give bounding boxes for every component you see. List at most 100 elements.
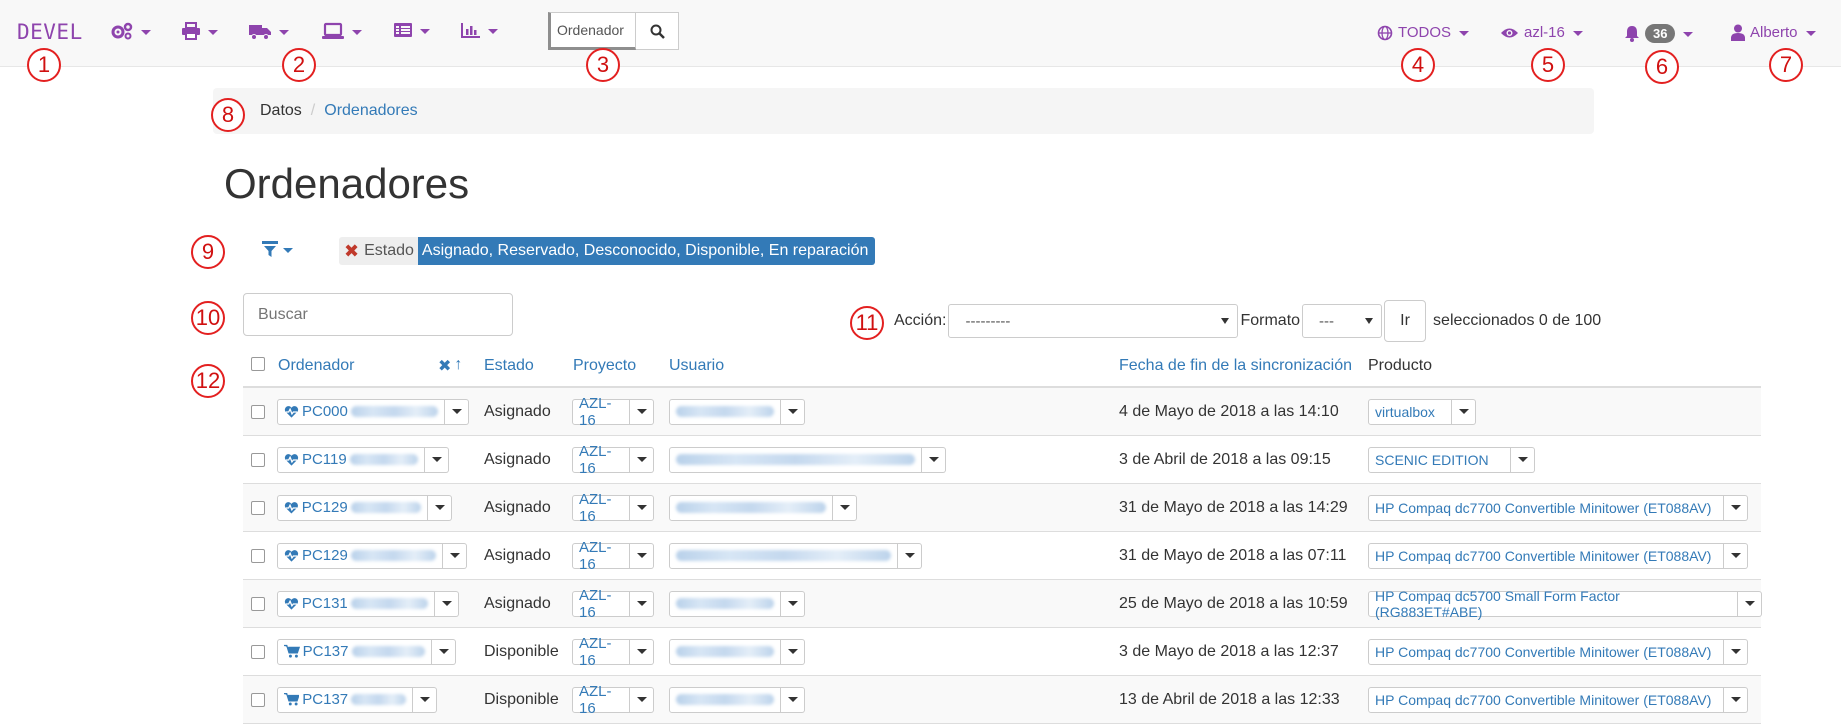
user-dropdown-toggle[interactable] [833, 494, 857, 521]
project-link[interactable]: AZL-16 [572, 635, 630, 669]
product-dropdown-toggle[interactable] [1452, 398, 1476, 425]
notifications-menu[interactable]: 36 [1624, 24, 1694, 43]
product-link[interactable]: HP Compaq dc7700 Convertible Minitower (… [1368, 494, 1724, 521]
product-link[interactable]: SCENIC EDITION [1368, 446, 1511, 473]
sort-asc-icon[interactable]: ↑ [454, 356, 462, 376]
user-menu[interactable]: Alberto [1731, 24, 1816, 41]
header-status[interactable]: Estado [484, 357, 534, 375]
status-cell: Asignado [484, 594, 551, 612]
computer-link[interactable]: PC137 [277, 638, 432, 665]
project-dropdown-toggle[interactable] [630, 590, 654, 617]
chevron-down-icon [839, 505, 850, 510]
project-dropdown-toggle[interactable] [630, 446, 654, 473]
project-dropdown-toggle[interactable] [630, 686, 654, 713]
project-link[interactable]: AZL-16 [572, 587, 630, 621]
brand-logo[interactable]: DEVEL [17, 20, 83, 44]
computer-link[interactable]: PC119 [277, 446, 425, 473]
product-dropdown-toggle[interactable] [1724, 638, 1748, 665]
lots-filter-menu[interactable]: TODOS [1377, 24, 1470, 41]
user-link[interactable] [669, 590, 781, 617]
row-checkbox[interactable] [251, 692, 265, 707]
computer-link[interactable]: PC131 [277, 590, 435, 617]
computer-dropdown-toggle[interactable] [413, 686, 437, 713]
product-link[interactable]: virtualbox [1368, 398, 1452, 425]
product-dropdown-toggle[interactable] [1724, 686, 1748, 713]
project-link[interactable]: AZL-16 [572, 491, 630, 525]
product-link[interactable]: HP Compaq dc7700 Convertible Minitower (… [1368, 542, 1724, 569]
row-checkbox[interactable] [251, 548, 265, 563]
product-link[interactable]: HP Compaq dc7700 Convertible Minitower (… [1368, 638, 1724, 665]
sync-end-cell: 3 de Abril de 2018 a las 09:15 [1119, 450, 1331, 468]
transport-menu[interactable] [248, 22, 289, 40]
computer-link[interactable]: PC129 [277, 494, 428, 521]
project-link[interactable]: AZL-16 [572, 395, 630, 429]
row-checkbox[interactable] [251, 452, 265, 467]
format-select[interactable]: --- [1302, 304, 1383, 338]
user-dropdown-toggle[interactable] [898, 542, 922, 569]
user-link[interactable] [669, 542, 898, 569]
lists-menu[interactable] [393, 22, 430, 38]
sync-end-cell: 3 de Mayo de 2018 a las 12:37 [1119, 642, 1339, 660]
user-dropdown-toggle[interactable] [781, 638, 805, 665]
row-checkbox[interactable] [251, 644, 265, 659]
project-dropdown-toggle[interactable] [630, 494, 654, 521]
header-computer[interactable]: Ordenador [278, 357, 355, 375]
filter-toggle-button[interactable] [262, 241, 293, 258]
project-link[interactable]: AZL-16 [572, 443, 630, 477]
action-select[interactable]: --------- [948, 304, 1239, 338]
user-link[interactable] [669, 494, 833, 521]
project-link[interactable]: AZL-16 [572, 539, 630, 573]
print-menu[interactable] [181, 22, 218, 40]
computer-dropdown-toggle[interactable] [435, 590, 459, 617]
stats-menu[interactable] [461, 22, 498, 38]
project-link[interactable]: AZL-16 [572, 683, 630, 717]
computer-link[interactable]: PC137 [277, 686, 413, 713]
redacted-text [676, 550, 891, 561]
row-checkbox[interactable] [251, 500, 265, 515]
chevron-down-icon [1517, 457, 1528, 462]
project-dropdown-toggle[interactable] [630, 398, 654, 425]
navbar-search-input[interactable] [548, 12, 636, 50]
table-search-input[interactable] [243, 293, 513, 336]
product-dropdown-toggle[interactable] [1511, 446, 1535, 473]
go-button[interactable]: Ir [1384, 300, 1427, 342]
header-project[interactable]: Proyecto [573, 357, 636, 375]
filter-value[interactable]: Asignado, Reservado, Desconocido, Dispon… [417, 237, 876, 265]
navbar-search-button[interactable] [636, 12, 679, 50]
breadcrumb-root[interactable]: Datos [260, 102, 302, 120]
row-checkbox[interactable] [251, 596, 265, 611]
heartbeat-icon [284, 405, 299, 418]
computer-dropdown-toggle[interactable] [432, 638, 456, 665]
remove-filter-icon[interactable]: ✖ [344, 241, 359, 262]
user-link[interactable] [669, 686, 781, 713]
breadcrumb-current[interactable]: Ordenadores [324, 102, 417, 120]
product-dropdown-toggle[interactable] [1724, 494, 1748, 521]
user-link[interactable] [669, 446, 922, 473]
product-link[interactable]: HP Compaq dc7700 Convertible Minitower (… [1368, 686, 1724, 713]
computer-dropdown-toggle[interactable] [428, 494, 452, 521]
computer-link[interactable]: PC000 [277, 398, 445, 425]
select-all-checkbox[interactable] [251, 357, 265, 371]
user-dropdown-toggle[interactable] [781, 686, 805, 713]
devices-menu[interactable] [321, 22, 362, 40]
project-dropdown-toggle[interactable] [630, 638, 654, 665]
watch-menu[interactable]: azl-16 [1500, 24, 1583, 41]
user-link[interactable] [669, 398, 781, 425]
header-user[interactable]: Usuario [669, 357, 724, 375]
product-dropdown-toggle[interactable] [1738, 590, 1762, 617]
remove-sort-icon[interactable]: ✖ [438, 356, 451, 376]
user-link[interactable] [669, 638, 781, 665]
user-dropdown-toggle[interactable] [781, 590, 805, 617]
computer-dropdown-toggle[interactable] [443, 542, 467, 569]
computer-link[interactable]: PC129 [277, 542, 443, 569]
user-dropdown-toggle[interactable] [922, 446, 946, 473]
computer-dropdown-toggle[interactable] [445, 398, 469, 425]
computer-dropdown-toggle[interactable] [425, 446, 449, 473]
product-link[interactable]: HP Compaq dc5700 Small Form Factor (RG88… [1368, 588, 1738, 620]
settings-menu[interactable] [110, 22, 151, 40]
product-dropdown-toggle[interactable] [1724, 542, 1748, 569]
header-sync-end[interactable]: Fecha de fin de la sincronización [1119, 357, 1352, 375]
project-dropdown-toggle[interactable] [630, 542, 654, 569]
user-dropdown-toggle[interactable] [781, 398, 805, 425]
row-checkbox[interactable] [251, 404, 265, 419]
